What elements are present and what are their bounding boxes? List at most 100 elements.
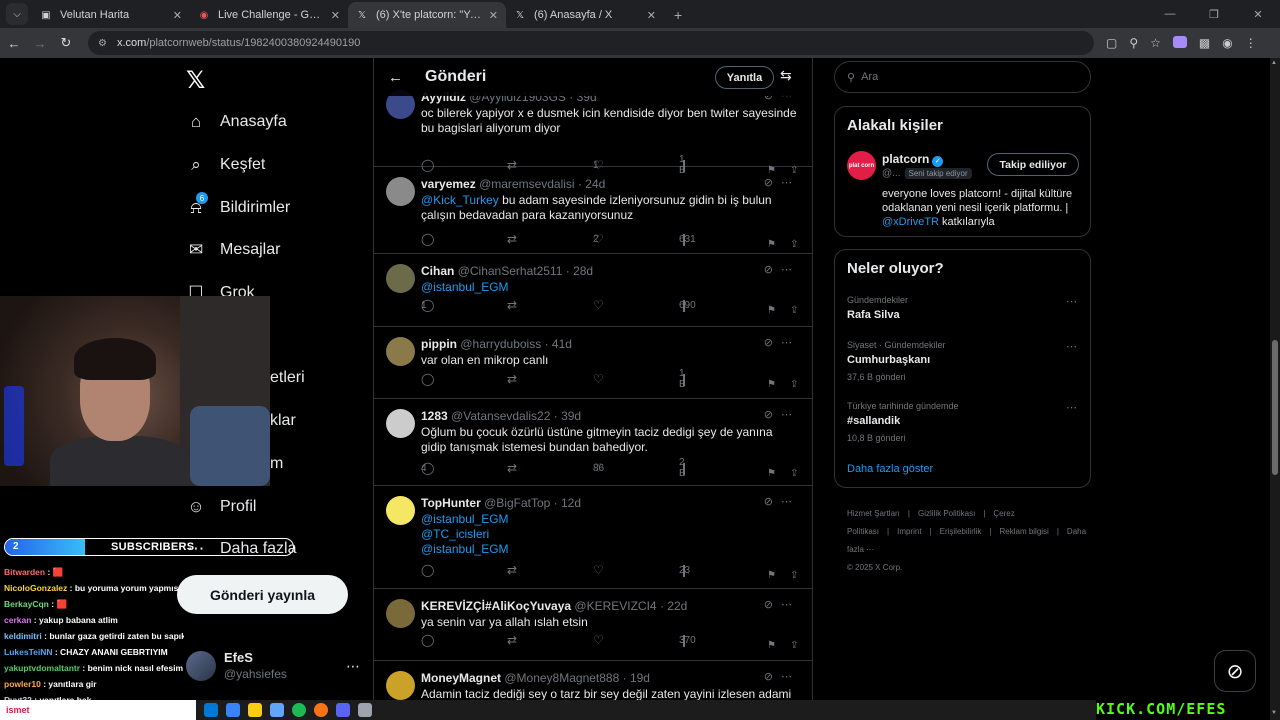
grok-icon[interactable]: ⊘: [764, 409, 781, 421]
author-handle[interactable]: @maremsevdalisi: [479, 177, 575, 191]
share-icon[interactable]: ⇪: [790, 239, 798, 250]
minimize-icon[interactable]: —: [1148, 0, 1192, 28]
bookmark-star-icon[interactable]: ☆: [1150, 36, 1161, 50]
close-window-icon[interactable]: ✕: [1236, 0, 1280, 28]
store-icon[interactable]: [270, 703, 284, 717]
avatar[interactable]: plat corn: [847, 151, 876, 180]
more-dots-icon[interactable]: ⋯: [781, 671, 800, 683]
account-switcher[interactable]: EfeS @yahsiefes ⋯: [186, 650, 360, 681]
profile-icon[interactable]: ◉: [1222, 36, 1232, 50]
avatar[interactable]: [386, 671, 415, 700]
bookmark-icon[interactable]: ⚑: [767, 239, 776, 250]
tweet-age[interactable]: 12d: [561, 496, 581, 510]
close-tab-icon[interactable]: ✕: [489, 9, 498, 22]
mention-link[interactable]: @istanbul_EGM: [421, 280, 509, 294]
footer-link[interactable]: Imprint: [897, 527, 921, 536]
bookmark-icon[interactable]: ⚑: [767, 468, 776, 479]
nav-item-home[interactable]: ⌂ Anasayfa: [186, 112, 287, 132]
bookmark-icon[interactable]: ⚑: [767, 640, 776, 651]
show-more-link[interactable]: Daha fazla göster: [847, 463, 933, 475]
footer-link[interactable]: Erişilebilirlik: [940, 527, 982, 536]
trend-item[interactable]: Gündemdekiler Rafa Silva ⋯: [847, 295, 1077, 321]
profile-name[interactable]: platcorn ✓: [882, 152, 944, 167]
reply-tweet[interactable]: Cihan @CihanSerhat2511 · 28d ⊘⋯ @istanbul_…: [374, 254, 812, 327]
bookmark-icon[interactable]: ⚑: [767, 305, 776, 316]
site-info-icon[interactable]: ⚙: [98, 38, 107, 49]
nav-item-more[interactable]: ⋯ Daha fazla: [186, 539, 297, 559]
mention-link[interactable]: @istanbul_EGM: [421, 512, 801, 527]
mention-link[interactable]: @istanbul_EGM: [421, 542, 801, 557]
nav-item-messages[interactable]: ✉ Mesajlar: [186, 240, 281, 260]
author-handle[interactable]: @harryduboiss: [460, 337, 541, 351]
grok-floating-button[interactable]: ⊘: [1214, 650, 1256, 692]
browser-tab-0[interactable]: ▣ Velutan Harita ✕: [32, 2, 190, 28]
browser-tab-3[interactable]: 𝕏 (6) Anasayfa / X ✕: [506, 2, 664, 28]
more-dots-icon[interactable]: ⋯: [781, 337, 800, 349]
more-dots-icon[interactable]: ⋯: [781, 177, 800, 189]
post-button[interactable]: Gönderi yayınla: [177, 575, 348, 614]
tweet-age[interactable]: 28d: [573, 264, 593, 278]
nav-item-profile[interactable]: ☺ Profil: [186, 497, 256, 517]
new-tab-icon[interactable]: +: [674, 7, 682, 23]
scroll-down-icon[interactable]: ▼: [1271, 710, 1277, 716]
bookmark-icon[interactable]: ⚑: [767, 570, 776, 581]
avatar[interactable]: [386, 177, 415, 206]
trend-item[interactable]: Siyaset · Gündemdekiler Cumhurbaşkanı 37,6…: [847, 340, 1077, 382]
author-name[interactable]: KEREVİZÇİ#AliKoçYuvaya: [421, 599, 571, 613]
browser-tab-2[interactable]: 𝕏 (6) X'te platcorn: "YakupTV, canlı yá ✕: [348, 2, 506, 28]
share-icon[interactable]: ⇪: [790, 468, 798, 479]
author-name[interactable]: pippin: [421, 337, 457, 351]
author-handle[interactable]: @Vatansevdalis22: [451, 409, 550, 423]
avatar[interactable]: [386, 496, 415, 525]
grok-icon[interactable]: ⊘: [764, 177, 781, 189]
scrollbar-thumb[interactable]: [1272, 340, 1278, 475]
bookmark-icon[interactable]: ⚑: [767, 379, 776, 390]
reload-icon[interactable]: ↻: [54, 35, 78, 51]
extensions-puzzle-icon[interactable]: ▩: [1199, 36, 1210, 50]
reply-button[interactable]: Yanıtla: [715, 66, 774, 89]
nav-item-explore[interactable]: ⌕ Keşfet: [186, 155, 265, 175]
page-scrollbar[interactable]: ▲ ▼: [1270, 58, 1280, 720]
url-field[interactable]: ⚙ x.com/platcornweb/status/1982400380924…: [88, 31, 1094, 55]
tweet-age[interactable]: 24d: [585, 177, 605, 191]
browser-tab-1[interactable]: ◉ Live Challenge - GeoGuessr ✕: [190, 2, 348, 28]
avatar[interactable]: [386, 264, 415, 293]
more-dots-icon[interactable]: ⋯: [781, 409, 800, 421]
grok-icon[interactable]: ⊘: [764, 337, 781, 349]
trend-item[interactable]: Türkiye tarihinde gündemde #sallandik 10,8…: [847, 401, 1077, 443]
avatar[interactable]: [386, 599, 415, 628]
mention-link[interactable]: @Kick_Turkey: [421, 193, 499, 207]
mention-link[interactable]: @TC_icisleri: [421, 527, 801, 542]
author-handle[interactable]: @Money8Magnet888: [504, 671, 619, 685]
tweet-age[interactable]: 22d: [667, 599, 687, 613]
author-handle[interactable]: @CihanSerhat2511: [458, 264, 563, 278]
author-handle[interactable]: @BigFatTop: [484, 496, 550, 510]
grok-icon[interactable]: ⊘: [764, 671, 781, 683]
back-arrow-icon[interactable]: ←: [388, 69, 403, 86]
avatar[interactable]: [386, 337, 415, 366]
more-dots-icon[interactable]: ⋯: [1066, 401, 1077, 414]
copilot-icon[interactable]: [226, 703, 240, 717]
more-dots-icon[interactable]: ⋯: [346, 658, 360, 675]
grok-icon[interactable]: ⊘: [764, 264, 781, 276]
more-dots-icon[interactable]: ⋯: [1066, 295, 1077, 308]
forward-arrow-icon[interactable]: →: [28, 36, 52, 51]
discord-icon[interactable]: [336, 703, 350, 717]
files-icon[interactable]: [248, 703, 262, 717]
chrome-icon[interactable]: [314, 703, 328, 717]
restore-icon[interactable]: ❐: [1192, 0, 1236, 28]
author-handle[interactable]: @KEREVIZCI4: [574, 599, 656, 613]
more-dots-icon[interactable]: ⋯: [1066, 340, 1077, 353]
footer-link[interactable]: Gizlilik Politikası: [918, 509, 975, 518]
more-dots-icon[interactable]: ⋯: [781, 599, 800, 611]
taskbar-search[interactable]: ismet: [0, 700, 196, 720]
close-tab-icon[interactable]: ✕: [173, 9, 182, 22]
author-name[interactable]: 1283: [421, 409, 448, 423]
share-icon[interactable]: ⇪: [790, 379, 798, 390]
search-input[interactable]: ⚲ Ara: [834, 61, 1091, 93]
edge-icon[interactable]: [204, 703, 218, 717]
scroll-up-icon[interactable]: ▲: [1271, 60, 1277, 66]
tweet-age[interactable]: 19d: [630, 671, 650, 685]
reply-tweet[interactable]: TopHunter @BigFatTop · 12d ⊘⋯ @istanbul_EG…: [374, 486, 812, 589]
tab-search-icon[interactable]: ⌵: [6, 3, 28, 25]
